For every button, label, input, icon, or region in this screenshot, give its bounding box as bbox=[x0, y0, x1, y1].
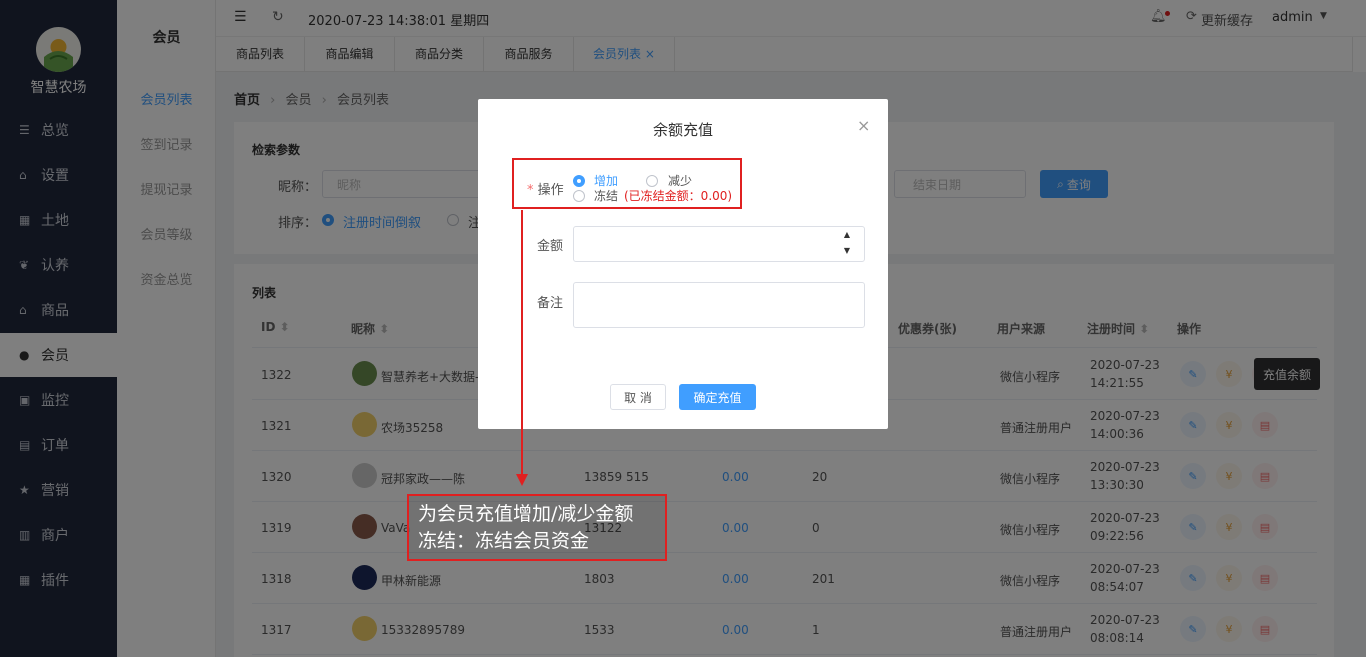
required-mark: * bbox=[527, 183, 534, 198]
dialog-title: 余额充值 bbox=[652, 121, 713, 139]
operation-label-text: 操作 bbox=[537, 183, 564, 198]
recharge-dialog: 余额充值 × * 操作 增加 减少 冻结 (已冻结金额：0.00) 金额 ▲ ▼… bbox=[478, 99, 888, 429]
cancel-button[interactable]: 取 消 bbox=[610, 384, 666, 410]
arrow-down-icon bbox=[516, 474, 528, 486]
remark-label: 备注 bbox=[537, 296, 564, 311]
option-freeze[interactable]: 冻结 bbox=[594, 187, 618, 204]
annotation-callout: 为会员充值增加/减少金额 冻结：冻结会员资金 bbox=[407, 494, 667, 561]
confirm-recharge-button[interactable]: 确定充值 bbox=[679, 384, 756, 410]
annotation-line1: 为会员充值增加/减少金额 bbox=[418, 503, 634, 525]
radio-add[interactable] bbox=[573, 175, 585, 187]
decrement-icon[interactable]: ▼ bbox=[844, 246, 850, 255]
amount-input[interactable]: ▲ ▼ bbox=[573, 226, 865, 262]
frozen-amount-note: (已冻结金额：0.00) bbox=[624, 189, 733, 203]
radio-freeze[interactable] bbox=[573, 190, 585, 202]
close-icon[interactable]: × bbox=[857, 116, 870, 135]
radio-subtract[interactable] bbox=[646, 175, 658, 187]
operation-label: * 操作 bbox=[527, 179, 564, 198]
increment-icon[interactable]: ▲ bbox=[844, 230, 850, 239]
annotation-arrow-line bbox=[521, 210, 523, 478]
annotation-line2: 冻结：冻结会员资金 bbox=[418, 530, 590, 552]
amount-label: 金额 bbox=[537, 239, 564, 254]
remark-textarea[interactable] bbox=[573, 282, 865, 328]
